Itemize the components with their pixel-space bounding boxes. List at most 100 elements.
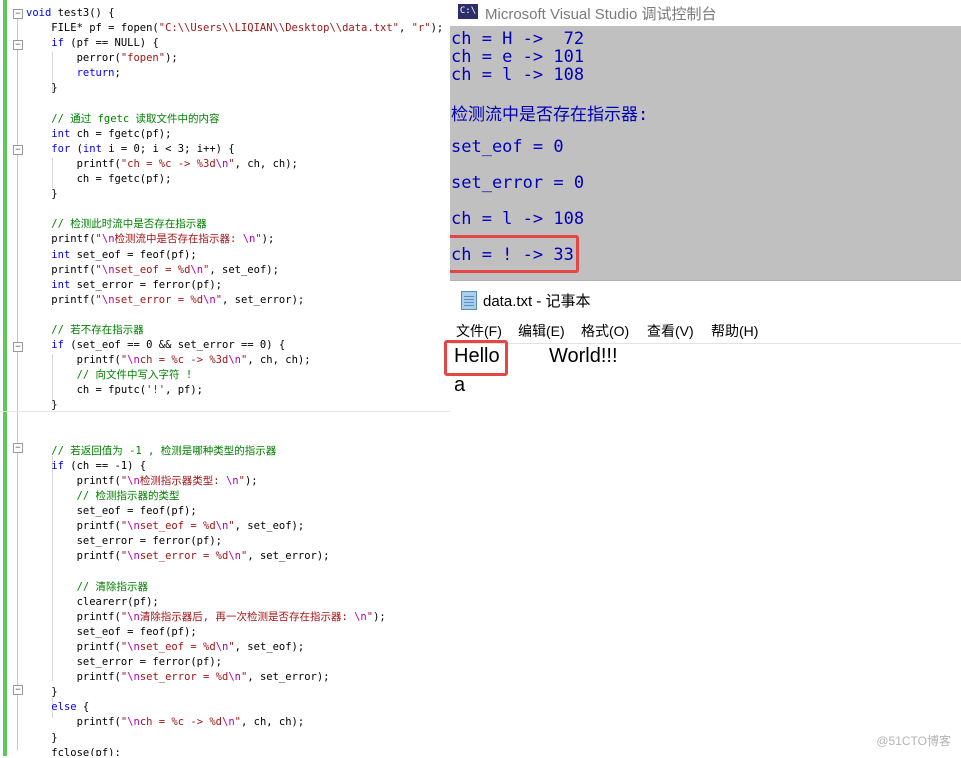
code-token: fclose(pf); [26, 746, 121, 756]
menu-file[interactable]: 文件(F) [456, 321, 502, 341]
code-line[interactable]: clearerr(pf); [26, 595, 443, 610]
notepad-text-area[interactable]: Hello World!!! a [444, 340, 961, 758]
code-line[interactable]: printf("\n清除指示器后, 再一次检测是否存在指示器: \n"); [26, 610, 443, 625]
code-token: // 检测指示器的类型 [76, 490, 180, 502]
code-line[interactable]: printf("\nset_eof = %d\n", set_eof); [26, 640, 443, 655]
code-line[interactable] [26, 308, 443, 323]
code-line[interactable]: // 检测指示器的类型 [26, 489, 443, 504]
code-token: printf( [26, 716, 121, 729]
code-line[interactable]: printf("ch = %c -> %3d\n", ch, ch); [26, 157, 443, 172]
code-line[interactable]: ch = fgetc(pf); [26, 172, 443, 187]
code-line[interactable]: } [26, 731, 443, 746]
menu-format[interactable]: 格式(O) [581, 321, 629, 341]
code-line[interactable]: if (pf == NULL) { [26, 36, 443, 51]
console-titlebar[interactable]: C:\ Microsoft Visual Studio 调试控制台 [450, 0, 961, 26]
code-line[interactable]: printf("\nch = %c -> %3d\n", ch, ch); [26, 353, 443, 368]
code-editor[interactable]: − − − − − − void test3() { FILE* pf = fo… [0, 0, 450, 756]
code-line[interactable]: return; [26, 66, 443, 81]
debug-console-window[interactable]: C:\ Microsoft Visual Studio 调试控制台 ch = H… [450, 0, 961, 280]
code-line[interactable]: printf("\nset_error = %d\n", set_error); [26, 670, 443, 685]
code-line[interactable] [26, 429, 443, 444]
collapse-block-icon[interactable]: − [13, 443, 23, 453]
collapse-block-icon[interactable]: − [13, 145, 23, 155]
code-token: 检测流中是否存在指示器: [114, 233, 243, 246]
console-title: Microsoft Visual Studio 调试控制台 [485, 6, 717, 23]
code-token: ); [261, 233, 275, 246]
code-token: } [26, 399, 58, 412]
code-token: "C:\\Users\\LIQIAN\\Desktop\\data.txt" [158, 22, 399, 35]
code-token: } [26, 731, 58, 744]
code-line[interactable]: if (ch == -1) { [26, 459, 443, 474]
code-line[interactable]: } [26, 81, 443, 96]
code-line[interactable] [26, 414, 443, 429]
code-line[interactable]: set_error = ferror(pf); [26, 534, 443, 549]
code-line[interactable]: int set_error = ferror(pf); [26, 278, 443, 293]
code-token: printf( [26, 293, 96, 306]
code-line[interactable]: } [26, 187, 443, 202]
code-line[interactable]: void test3() { [26, 6, 443, 21]
code-line[interactable]: printf("\nset_error = %d\n", set_error); [26, 293, 443, 308]
console-app-icon: C:\ [458, 4, 478, 19]
code-token: // 若不存在指示器 [51, 323, 144, 336]
code-token: set_eof = %d [114, 263, 191, 276]
code-line[interactable]: // 向文件中写入字符 ! [26, 368, 443, 383]
code-line[interactable]: printf("\nch = %c -> %d\n", ch, ch); [26, 715, 443, 730]
outline-fold-line [17, 14, 18, 750]
code-token: , ch, ch); [240, 716, 305, 729]
collapse-block-icon[interactable]: − [13, 40, 23, 50]
code-line[interactable]: FILE* pf = fopen("C:\\Users\\LIQIAN\\Des… [26, 21, 443, 36]
code-token: int [51, 278, 71, 291]
code-line[interactable]: } [26, 685, 443, 700]
code-line[interactable]: // 若返回值为 -1 , 检测是哪种类型的指示器 [26, 444, 443, 459]
code-line[interactable]: // 检测此时流中是否存在指示器 [26, 217, 443, 232]
menu-view[interactable]: 查看(V) [647, 321, 694, 341]
code-line[interactable]: ch = fputc('!', pf); [26, 383, 443, 398]
code-line[interactable]: printf("\nset_error = %d\n", set_error); [26, 549, 443, 564]
code-line[interactable] [26, 202, 443, 217]
code-token: // 清除指示器 [76, 580, 149, 593]
code-line[interactable]: fclose(pf); [26, 746, 443, 756]
code-line[interactable] [26, 97, 443, 112]
code-line[interactable]: // 清除指示器 [26, 580, 443, 595]
code-line[interactable]: perror("fopen"); [26, 51, 443, 66]
code-line[interactable]: if (set_eof == 0 && set_error == 0) { [26, 338, 443, 353]
code-token: \n [222, 716, 235, 729]
code-line[interactable]: set_eof = feof(pf); [26, 625, 443, 640]
code-token: return [76, 67, 115, 80]
code-token: int [51, 248, 71, 261]
code-line[interactable]: int ch = fgetc(pf); [26, 127, 443, 142]
code-line[interactable]: printf("\nset_eof = %d\n", set_eof); [26, 263, 443, 278]
code-line[interactable]: // 若不存在指示器 [26, 323, 443, 338]
menu-help[interactable]: 帮助(H) [711, 321, 758, 341]
code-token: FILE* pf = fopen( [26, 22, 159, 35]
code-line[interactable]: printf("\nset_eof = %d\n", set_eof); [26, 519, 443, 534]
code-token: "fopen" [120, 52, 166, 65]
code-line[interactable]: else { [26, 700, 443, 715]
collapse-block-icon[interactable]: − [13, 342, 23, 352]
menu-edit[interactable]: 编辑(E) [518, 321, 565, 341]
notepad-window[interactable]: data.txt - 记事本 文件(F) 编辑(E) 格式(O) 查看(V) 帮… [444, 280, 961, 758]
code-token: , set_error); [222, 293, 305, 306]
code-token: , set_eof); [209, 263, 279, 276]
code-token: ch = fgetc(pf); [26, 173, 172, 186]
code-line[interactable]: int set_eof = feof(pf); [26, 248, 443, 263]
code-line[interactable]: printf("\n检测指示器类型: \n"); [26, 474, 443, 489]
code-line[interactable]: set_eof = feof(pf); [26, 504, 443, 519]
code-line[interactable]: for (int i = 0; i < 3; i++) { [26, 142, 443, 157]
collapse-function-icon[interactable]: − [13, 9, 23, 19]
code-token: \n [127, 610, 140, 623]
code-line[interactable] [26, 564, 443, 579]
console-line: set_eof = 0 [451, 137, 564, 157]
code-line[interactable]: printf("\n检测流中是否存在指示器: \n"); [26, 232, 443, 247]
collapse-block-icon[interactable]: − [13, 685, 23, 695]
code-line[interactable]: // 通过 fgetc 读取文件中的内容 [26, 112, 443, 127]
code-token: (pf == NULL) { [63, 37, 159, 50]
code-token: \n [225, 474, 239, 487]
code-line[interactable]: } [26, 398, 443, 413]
code-line[interactable]: set_error = ferror(pf); [26, 655, 443, 670]
code-token: \n [203, 293, 216, 306]
